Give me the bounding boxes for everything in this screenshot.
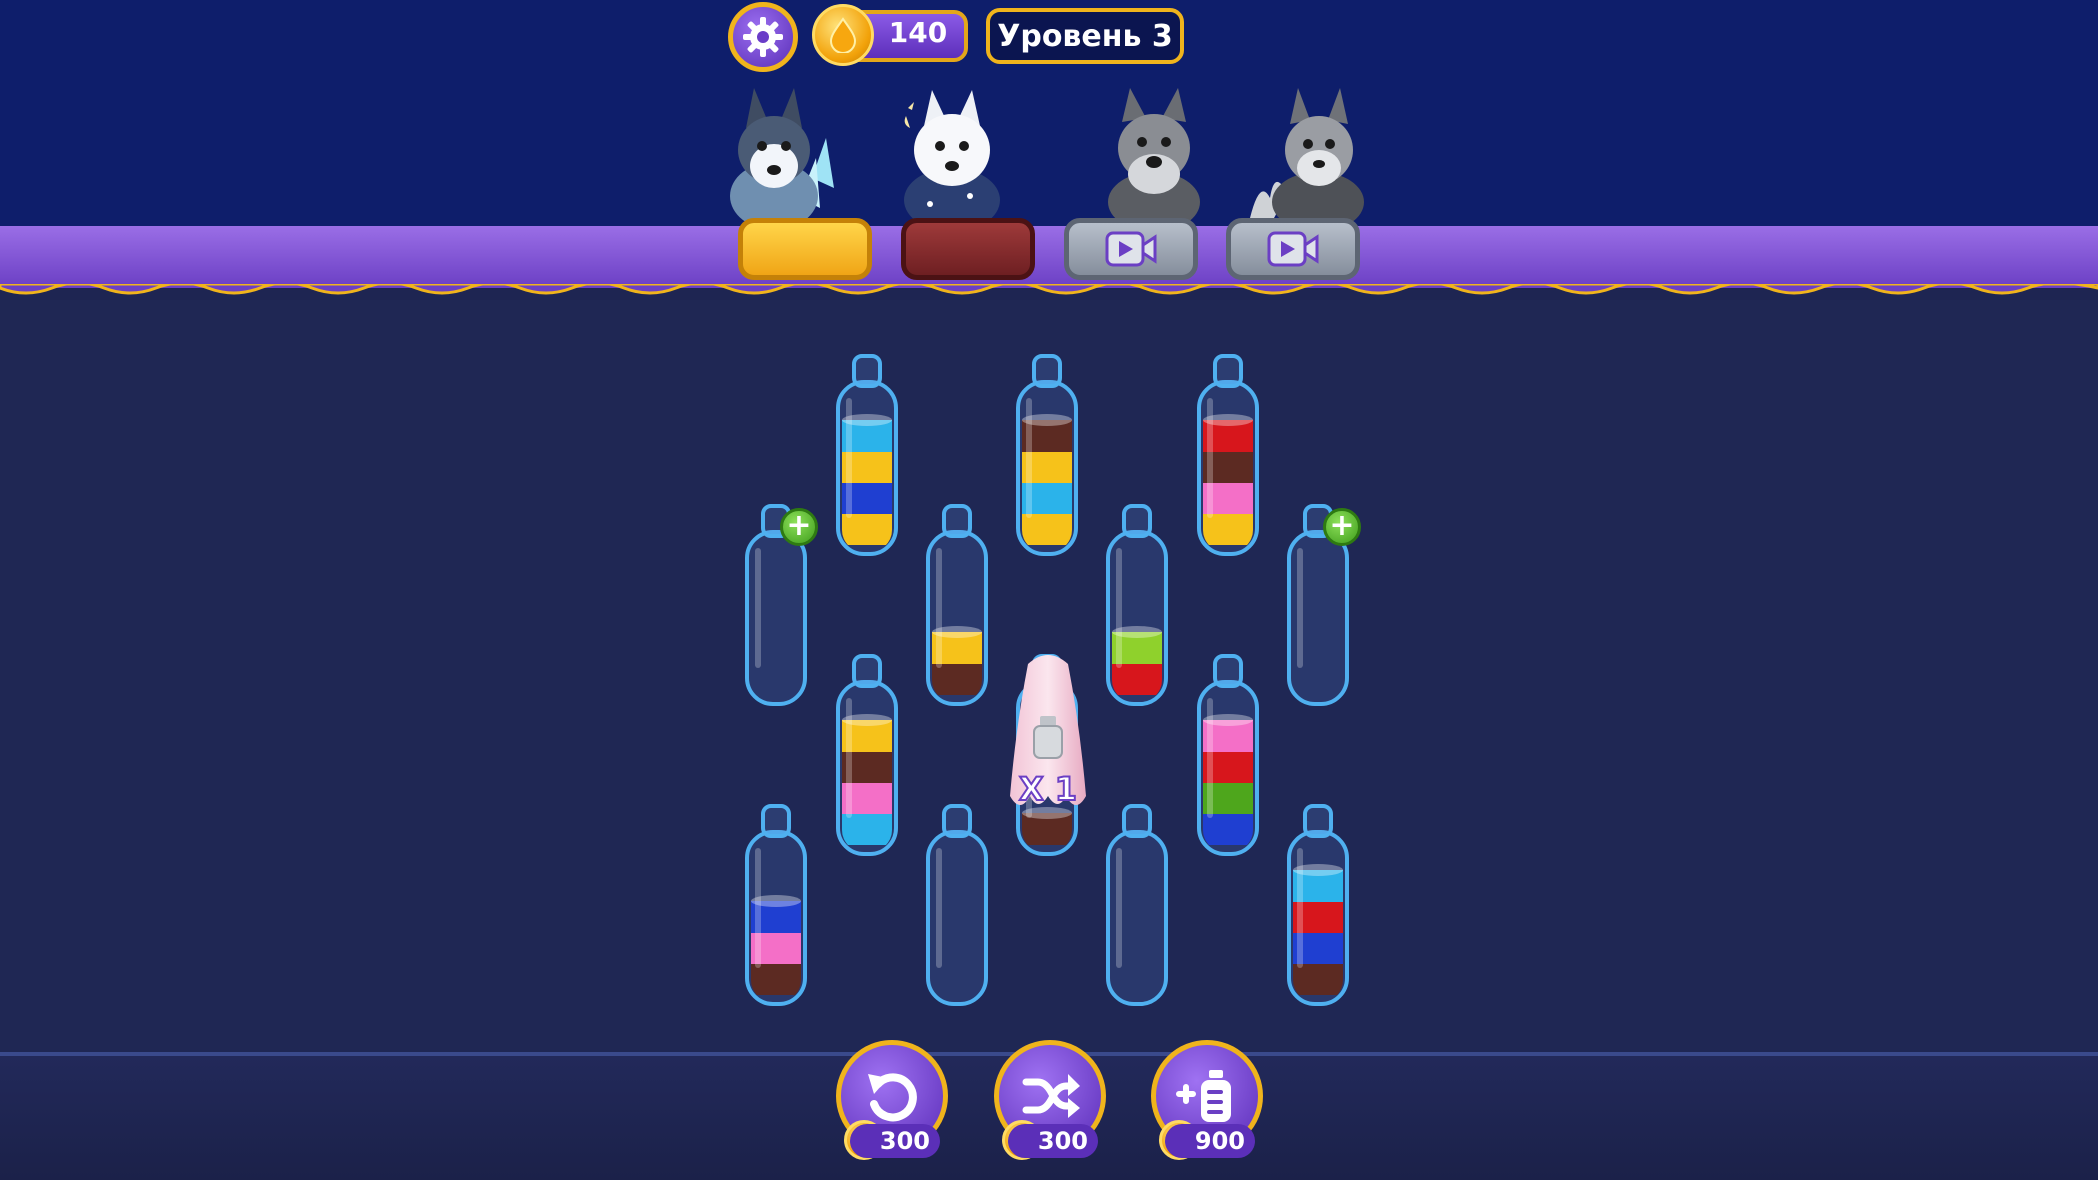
- locked-bottle-count: X 1: [1018, 769, 1078, 809]
- bottle-shine: [846, 398, 852, 518]
- bottle[interactable]: [1193, 352, 1263, 558]
- bottle[interactable]: [922, 502, 992, 708]
- pedestal-schnauzer-video[interactable]: [1064, 218, 1198, 280]
- bottle-neck: [1122, 804, 1152, 838]
- bottle-neck: [1213, 354, 1243, 388]
- bottle-shine: [755, 548, 761, 668]
- coin-count: 140: [888, 16, 948, 49]
- bottle[interactable]: [1012, 352, 1082, 558]
- undo-icon: [868, 1073, 917, 1122]
- samoyed-dog-portrait[interactable]: [890, 78, 1014, 228]
- settings-button[interactable]: [728, 2, 798, 72]
- add-layer-plus-icon[interactable]: +: [1323, 508, 1361, 546]
- add-bottle-price: 900: [1165, 1124, 1255, 1158]
- video-icon: [1105, 231, 1157, 267]
- bottle[interactable]: [1102, 502, 1172, 708]
- bottle[interactable]: [832, 652, 902, 858]
- pedestal-samoyed[interactable]: [901, 218, 1035, 280]
- character-shelf: [0, 226, 2098, 288]
- bottle-shine: [1026, 398, 1032, 518]
- bottle-neck: [942, 504, 972, 538]
- bottle[interactable]: [741, 802, 811, 1008]
- bottle-neck: [852, 354, 882, 388]
- bottle[interactable]: [1193, 652, 1263, 858]
- bottle-shine: [1297, 548, 1303, 668]
- bottle-neck: [1213, 654, 1243, 688]
- bottle-shine: [1207, 698, 1213, 818]
- pedestal-shiba-video[interactable]: [1226, 218, 1360, 280]
- bottle[interactable]: [922, 802, 992, 1008]
- schnauzer-dog-portrait[interactable]: [1092, 78, 1216, 228]
- pedestal-husky[interactable]: [738, 218, 872, 280]
- shuffle-icon: [1022, 1074, 1080, 1118]
- level-label: Уровень 3: [986, 8, 1184, 64]
- bottle-shine: [1116, 848, 1122, 968]
- bottle-shine: [1207, 398, 1213, 518]
- video-icon: [1267, 231, 1319, 267]
- bottle-neck: [942, 804, 972, 838]
- bottle-shine: [1297, 848, 1303, 968]
- bottle-neck: [852, 654, 882, 688]
- coin-icon: [812, 4, 874, 66]
- add-layer-plus-icon[interactable]: +: [780, 508, 818, 546]
- bottle-neck: [761, 804, 791, 838]
- bottle-shine: [936, 548, 942, 668]
- bottle-shine: [846, 698, 852, 818]
- bottle-shine: [755, 848, 761, 968]
- shiba-dog-portrait[interactable]: [1244, 78, 1368, 228]
- gear-icon: [743, 17, 783, 57]
- bottle-neck: [1122, 504, 1152, 538]
- shuffle-price: 300: [1008, 1124, 1098, 1158]
- undo-price: 300: [850, 1124, 940, 1158]
- bottle-neck: [1032, 354, 1062, 388]
- bottle[interactable]: [832, 352, 902, 558]
- bottle-neck: [1303, 804, 1333, 838]
- bottle-shine: [1116, 548, 1122, 668]
- add-bottle-icon: [1176, 1070, 1231, 1122]
- bottle[interactable]: [1283, 802, 1353, 1008]
- bottle[interactable]: [1102, 802, 1172, 1008]
- husky-dog-portrait[interactable]: [716, 78, 840, 228]
- bottle-shine: [936, 848, 942, 968]
